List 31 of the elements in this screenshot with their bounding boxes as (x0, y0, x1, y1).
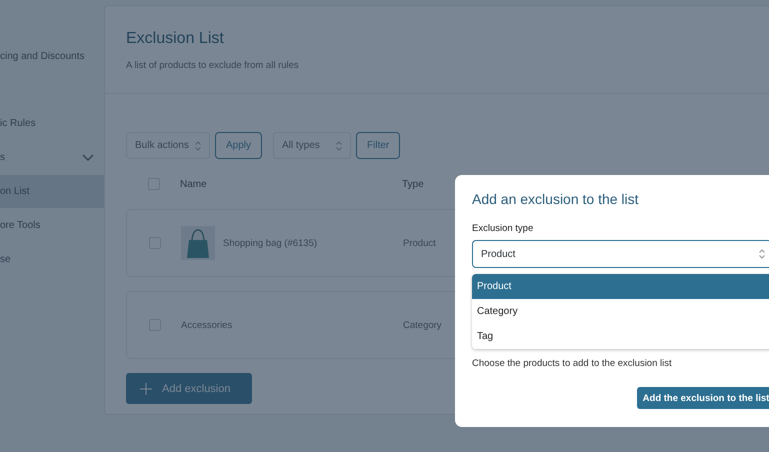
sidebar-item[interactable]: s (0, 141, 104, 174)
dropdown-option[interactable]: Tag (472, 324, 769, 349)
updown-icon (195, 140, 201, 150)
field-label: Exclusion type (472, 223, 534, 234)
type-select[interactable]: All types (273, 132, 352, 159)
table-cell: Accessories (181, 320, 232, 330)
updown-icon (759, 249, 765, 259)
sidebar-item[interactable]: ic Rules (0, 107, 104, 140)
filter-button[interactable]: Filter (356, 132, 400, 159)
submit-button[interactable]: Add the exclusion to the list (637, 387, 769, 409)
exclusion-type-select[interactable]: Product (472, 240, 769, 268)
sidebar-item[interactable]: on List (0, 175, 104, 208)
updown-icon (336, 140, 342, 150)
modal-title: Add an exclusion to the list (472, 191, 640, 207)
sidebar-item[interactable]: ore Tools (0, 209, 104, 242)
table-cell: Category (403, 320, 442, 330)
bulk-actions-select[interactable]: Bulk actions (126, 132, 210, 159)
column-header: Name (180, 178, 208, 190)
plus-icon (140, 382, 152, 394)
sidebar-item[interactable]: se (0, 243, 104, 276)
table-cell: Product (403, 238, 436, 248)
page-title: Exclusion List (126, 30, 225, 48)
apply-button[interactable]: Apply (215, 132, 262, 159)
column-header: Type (402, 178, 424, 190)
table-cell: Shopping bag (#6135) (223, 238, 318, 248)
helper-text: Choose the products to add to the exclusion list (472, 358, 673, 369)
bag-icon (181, 226, 215, 260)
add-exclusion-button[interactable]: Add exclusion (126, 373, 252, 404)
dropdown-option[interactable]: Product (472, 274, 769, 299)
page-subtitle: A list of products to exclude from all rules (126, 60, 300, 71)
sidebar-item[interactable]: cing and Discounts (0, 40, 104, 73)
